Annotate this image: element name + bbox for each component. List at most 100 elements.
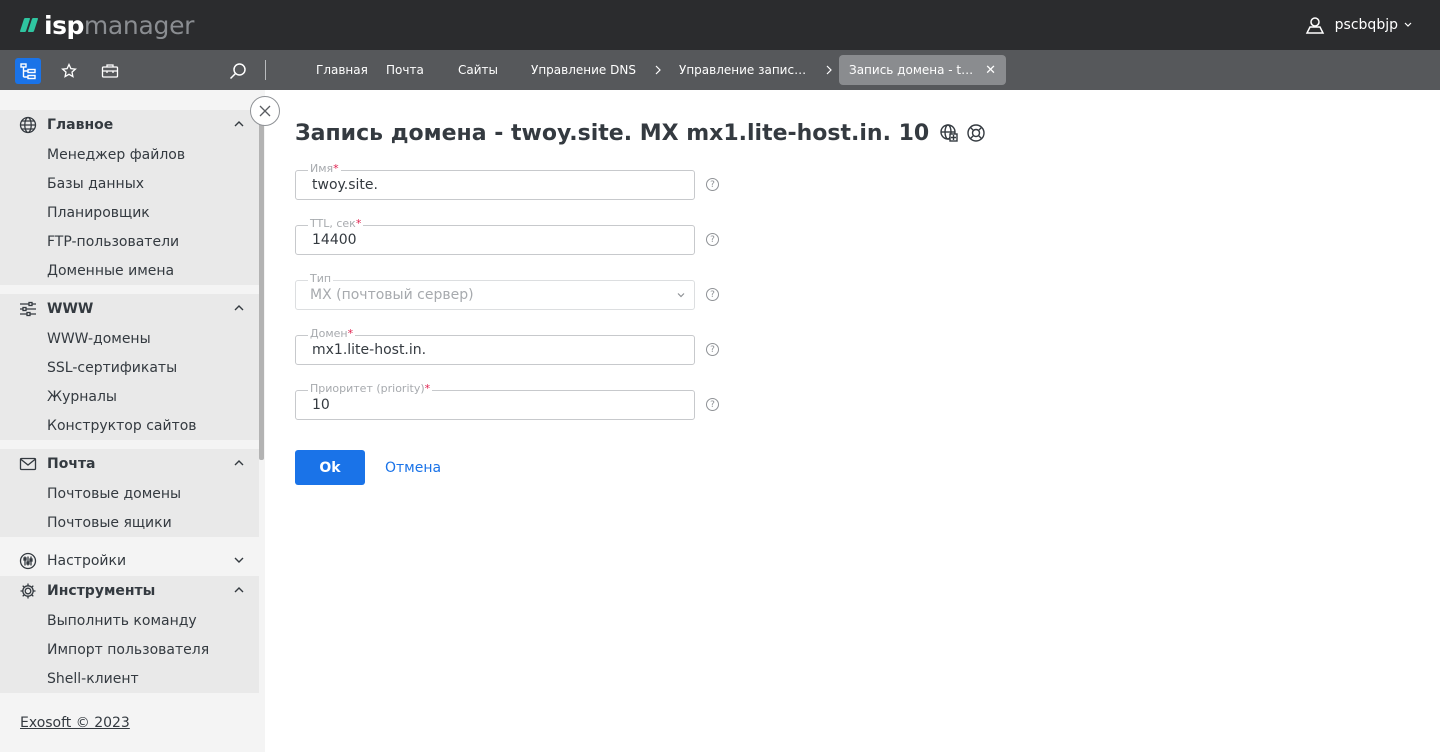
sidebar-item-www-domains[interactable]: WWW-домены bbox=[0, 324, 259, 353]
sidebar-item-domain-names[interactable]: Доменные имена bbox=[0, 256, 259, 285]
breadcrumb-sites[interactable]: Сайты bbox=[458, 50, 498, 90]
chevron-up-icon[interactable] bbox=[232, 301, 246, 315]
chevron-down-icon bbox=[1404, 22, 1412, 27]
type-select: Тип MX (почтовый сервер) bbox=[295, 272, 695, 310]
chevron-down-icon bbox=[677, 293, 685, 298]
logo-text-isp: isp bbox=[44, 10, 84, 40]
sidebar-item-mail-domains[interactable]: Почтовые домены bbox=[0, 479, 259, 508]
sidebar-item-shell-client[interactable]: Shell-клиент bbox=[0, 664, 259, 693]
priority-field-label: Приоритет (priority)* bbox=[308, 382, 433, 396]
sidebar-item-databases[interactable]: Базы данных bbox=[0, 169, 259, 198]
chevron-up-icon[interactable] bbox=[232, 456, 246, 470]
top-bar: isp manager pscbqbjp bbox=[0, 0, 1440, 50]
sidebar-item-mailboxes[interactable]: Почтовые ящики bbox=[0, 508, 259, 537]
domain-field-value: mx1.lite-host.in. bbox=[312, 342, 427, 358]
type-help-icon[interactable]: ? bbox=[706, 288, 719, 301]
ok-button[interactable]: Ok bbox=[295, 450, 365, 485]
sidebar-section-header-mail[interactable]: Почта bbox=[0, 449, 259, 479]
cancel-button[interactable]: Отмена bbox=[385, 450, 441, 485]
type-select-value: MX (почтовый сервер) bbox=[310, 287, 474, 303]
logo-text-manager: manager bbox=[83, 10, 195, 40]
priority-help-icon[interactable]: ? bbox=[706, 398, 719, 411]
logo[interactable]: isp manager bbox=[19, 9, 195, 41]
title-actions bbox=[939, 123, 986, 143]
username: pscbqbjp bbox=[1334, 17, 1398, 33]
sidebar-section-settings: Настройки bbox=[0, 546, 259, 576]
collapse-sidebar-button[interactable] bbox=[250, 96, 280, 126]
envelope-icon bbox=[19, 457, 37, 471]
user-icon bbox=[1305, 17, 1324, 34]
briefcase-button[interactable] bbox=[97, 58, 123, 84]
name-field-label: Имя* bbox=[308, 162, 341, 176]
star-icon bbox=[61, 63, 77, 78]
sidebar-section-label: Настройки bbox=[47, 553, 127, 569]
name-field[interactable]: Имя* twoy.site. bbox=[295, 162, 695, 200]
sidebar-section-mail: Почта Почтовые домены Почтовые ящики bbox=[0, 449, 259, 537]
chevron-up-icon[interactable] bbox=[232, 117, 246, 131]
breadcrumb-mail[interactable]: Почта bbox=[386, 50, 424, 90]
sidebar-item-file-manager[interactable]: Менеджер файлов bbox=[0, 140, 259, 169]
help-lifebuoy-icon[interactable] bbox=[966, 123, 986, 143]
search-button[interactable] bbox=[225, 58, 251, 84]
page-title: Запись домена - twoy.site. MX mx1.lite-h… bbox=[295, 120, 930, 146]
sliders-icon bbox=[20, 301, 36, 317]
footer-copyright-link[interactable]: Exosoft © 2023 bbox=[20, 715, 130, 731]
sidebar-section-header-main[interactable]: Главное bbox=[0, 110, 259, 140]
sidebar-item-logs[interactable]: Журналы bbox=[0, 382, 259, 411]
sidebar-section-label: Главное bbox=[47, 117, 114, 133]
sidebar-item-run-command[interactable]: Выполнить команду bbox=[0, 606, 259, 635]
ttl-help-icon[interactable]: ? bbox=[706, 233, 719, 246]
ttl-field-label: TTL, сек* bbox=[308, 217, 364, 231]
ttl-field-value: 14400 bbox=[312, 232, 357, 248]
ttl-field[interactable]: TTL, сек* 14400 bbox=[295, 217, 695, 255]
sidebar-section-www: WWW WWW-домены SSL-сертификаты Журналы К… bbox=[0, 294, 259, 440]
sidebar: Главное Менеджер файлов Базы данных План… bbox=[0, 90, 265, 752]
close-icon bbox=[259, 105, 271, 117]
logo-mark-icon bbox=[19, 18, 39, 32]
favorites-button[interactable] bbox=[56, 58, 82, 84]
chevron-down-icon[interactable] bbox=[232, 553, 246, 567]
sidebar-item-site-builder[interactable]: Конструктор сайтов bbox=[0, 411, 259, 440]
priority-field[interactable]: Приоритет (priority)* 10 bbox=[295, 382, 695, 420]
gear-icon bbox=[20, 583, 36, 599]
priority-field-value: 10 bbox=[312, 397, 330, 413]
close-tab-icon[interactable]: ✕ bbox=[985, 63, 996, 78]
settings-sliders-icon bbox=[19, 552, 37, 570]
breadcrumb-separator-icon bbox=[826, 50, 832, 90]
sidebar-section-label: Инструменты bbox=[47, 583, 156, 599]
tree-menu-icon bbox=[20, 63, 36, 80]
breadcrumb-current-tab[interactable]: Запись домена - t… ✕ bbox=[839, 55, 1007, 85]
sidebar-item-ftp-users[interactable]: FTP-пользователи bbox=[0, 227, 259, 256]
breadcrumb-records[interactable]: Управление запис… bbox=[679, 50, 806, 90]
sidebar-item-ssl-certificates[interactable]: SSL-сертификаты bbox=[0, 353, 259, 382]
sidebar-item-scheduler[interactable]: Планировщик bbox=[0, 198, 259, 227]
web-globe-icon[interactable] bbox=[939, 123, 959, 143]
sidebar-section-main: Главное Менеджер файлов Базы данных План… bbox=[0, 110, 259, 285]
type-select-label: Тип bbox=[308, 272, 334, 286]
sidebar-section-label: Почта bbox=[47, 456, 96, 472]
globe-icon bbox=[19, 116, 37, 134]
tree-menu-button[interactable] bbox=[15, 58, 41, 84]
chevron-up-icon[interactable] bbox=[232, 583, 246, 597]
name-help-icon[interactable]: ? bbox=[706, 178, 719, 191]
breadcrumb-separator-icon bbox=[655, 50, 661, 90]
sidebar-item-import-user[interactable]: Импорт пользователя bbox=[0, 635, 259, 664]
sidebar-section-label: WWW bbox=[47, 301, 94, 317]
domain-field-label: Домен* bbox=[308, 327, 356, 341]
breadcrumb-current-label: Запись домена - t… bbox=[849, 63, 974, 77]
sidebar-section-header-tools[interactable]: Инструменты bbox=[0, 576, 259, 606]
user-menu[interactable]: pscbqbjp bbox=[1305, 13, 1422, 37]
sidebar-section-header-www[interactable]: WWW bbox=[0, 294, 259, 324]
search-icon bbox=[229, 63, 246, 80]
toolbar: Главная Почта Сайты Управление DNS Управ… bbox=[0, 50, 1440, 90]
sidebar-section-header-settings[interactable]: Настройки bbox=[0, 546, 259, 576]
breadcrumb-home[interactable]: Главная bbox=[316, 50, 368, 90]
breadcrumb-dns[interactable]: Управление DNS bbox=[531, 50, 636, 90]
sidebar-section-tools: Инструменты Выполнить команду Импорт пол… bbox=[0, 576, 259, 693]
toolbar-divider bbox=[265, 60, 266, 80]
briefcase-icon bbox=[101, 64, 119, 78]
name-field-value: twoy.site. bbox=[312, 177, 378, 193]
domain-field[interactable]: Домен* mx1.lite-host.in. bbox=[295, 327, 695, 365]
domain-help-icon[interactable]: ? bbox=[706, 343, 719, 356]
sidebar-scrollbar[interactable] bbox=[259, 115, 264, 460]
